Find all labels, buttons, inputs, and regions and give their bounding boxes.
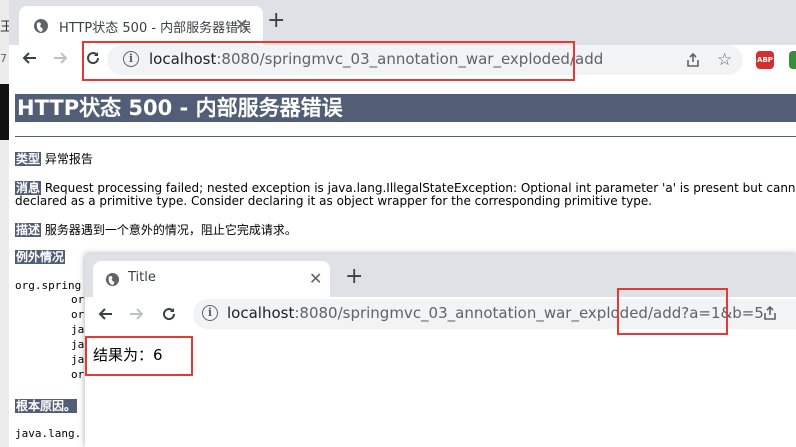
stack-line: ja (71, 323, 85, 336)
description-label: 描述 (15, 223, 42, 237)
tab-title-page[interactable]: Title ✕ (93, 261, 330, 297)
highlight-query-box (617, 288, 728, 335)
message-line-2: declared as a primitive type. Consider d… (15, 194, 653, 208)
tab-error-page[interactable]: HTTP状态 500 - 内部服务器错误 ✕ (19, 6, 263, 45)
exception-label: 例外情况 (15, 250, 66, 264)
root-trace-line: java.lang. (15, 427, 82, 440)
globe-icon (105, 272, 120, 291)
message-label: 消息 (15, 181, 42, 195)
error-title: HTTP状态 500 - 内部服务器错误 (15, 94, 796, 122)
root-cause-label: 根本原因。 (15, 399, 78, 413)
globe-icon (33, 18, 49, 38)
description-line: 描述 服务器遇到一个意外的情况，阻止它完成请求。 (15, 221, 297, 238)
exception-line: 例外情况 (15, 248, 66, 265)
message-value: Request processing failed; nested except… (44, 181, 796, 195)
share-icon[interactable] (762, 305, 778, 325)
stack-line: ja (71, 338, 85, 351)
type-label: 类型 (15, 152, 42, 166)
tab-strip: HTTP状态 500 - 内部服务器错误 ✕ + (9, 0, 796, 45)
browser-window-result: Title ✕ + i localhost:8080/springmvc_03_… (85, 254, 796, 447)
reload-button[interactable] (161, 306, 177, 327)
forward-button[interactable] (53, 50, 69, 71)
back-button[interactable] (21, 50, 37, 71)
desktop-text: 王 (0, 20, 9, 35)
stack-line: or (71, 293, 85, 306)
desktop-dark-panel (0, 84, 9, 140)
back-button[interactable] (97, 306, 113, 327)
stack-line: ja (71, 353, 85, 366)
new-tab-button[interactable]: + (345, 266, 363, 288)
root-cause-line: 根本原因。 (15, 397, 78, 414)
highlight-result-box (85, 336, 193, 376)
desktop-number: 7 (0, 52, 7, 65)
bookmark-star-icon[interactable]: ☆ (717, 50, 732, 70)
desktop-background: 王 7 (0, 0, 9, 447)
new-tab-button[interactable]: + (267, 10, 285, 32)
adblock-plus-icon[interactable]: ABP (756, 51, 774, 69)
close-tab-icon[interactable]: ✕ (235, 15, 248, 34)
close-tab-icon[interactable]: ✕ (309, 269, 322, 288)
extension-icon[interactable] (789, 51, 796, 69)
stack-line: org.spring (15, 279, 82, 292)
tab-title: HTTP状态 500 - 内部服务器错误 (59, 21, 252, 36)
forward-button[interactable] (129, 306, 145, 327)
highlight-url-box (82, 41, 575, 81)
description-value: 服务器遇到一个意外的情况，阻止它完成请求。 (44, 223, 297, 237)
type-value: 异常报告 (44, 152, 93, 166)
divider (15, 136, 796, 137)
type-line: 类型 异常报告 (15, 150, 93, 167)
stack-line: or (71, 308, 85, 321)
share-icon[interactable] (685, 52, 701, 72)
tab-title: Title (128, 270, 156, 285)
site-info-icon[interactable]: i (202, 305, 218, 321)
stack-line: or (71, 368, 85, 381)
